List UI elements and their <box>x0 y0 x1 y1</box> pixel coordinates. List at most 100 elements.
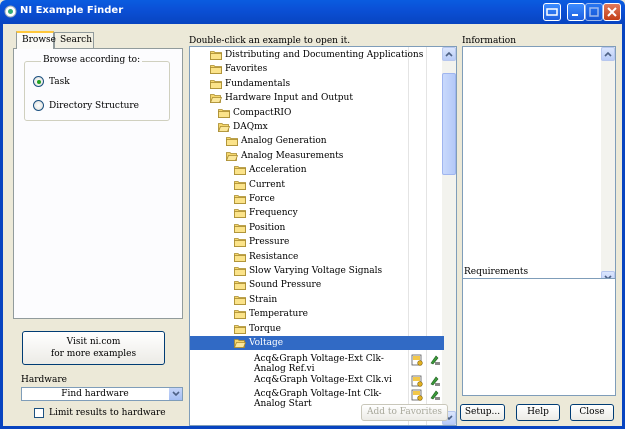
scroll-up-icon[interactable] <box>442 47 456 61</box>
tree-item-label: Voltage <box>249 338 284 348</box>
maximize-icon[interactable] <box>585 3 603 21</box>
tab-browse[interactable]: Browse <box>16 31 56 49</box>
radio-label: Directory Structure <box>49 100 140 111</box>
tab-search[interactable]: Search <box>54 32 94 49</box>
tree-item-label: Force <box>249 194 275 204</box>
tree-heading: Double-click an example to open it. <box>189 36 351 46</box>
tree-item-label: Analog Generation <box>241 136 327 147</box>
tree-item-label: Slow Varying Voltage Signals <box>249 266 383 276</box>
tree-item-label: Resistance <box>249 251 299 262</box>
tree-item[interactable]: Pressure <box>190 235 444 249</box>
tree-item[interactable]: Analog Measurements <box>190 149 444 163</box>
tree-item[interactable]: Slow Varying Voltage Signals <box>190 264 444 278</box>
requirements-heading: Requirements <box>464 267 529 277</box>
browse-group: Browse according to: Task Directory Stru… <box>24 55 170 121</box>
tree-item-label: Sound Pressure <box>249 280 322 291</box>
information-box <box>462 46 616 286</box>
app-icon <box>4 5 17 18</box>
tree-item-label: Favorites <box>225 64 268 75</box>
example-vi-label: Acq&Graph Voltage-Ext Clk-Analog Ref.vi <box>254 354 384 374</box>
tree-item-label: Temperature <box>249 309 308 320</box>
example-vi-item[interactable]: Acq&Graph Voltage-Ext Clk-Analog Ref.vi <box>190 353 444 374</box>
folder-icon <box>234 165 246 176</box>
tree-item[interactable]: Strain <box>190 293 444 307</box>
tree-item[interactable]: Temperature <box>190 307 444 321</box>
chevron-down-icon[interactable] <box>168 388 182 400</box>
hardware-select[interactable]: Find hardware <box>21 387 183 401</box>
requirements-box <box>462 278 616 396</box>
tree-item[interactable]: Torque <box>190 322 444 336</box>
tree-item[interactable]: Sound Pressure <box>190 278 444 292</box>
daqmx-hardware-icon <box>429 375 441 387</box>
minimize-icon[interactable] <box>567 3 585 21</box>
folder-open-icon <box>233 338 247 348</box>
example-vi-label: Acq&Graph Voltage-Ext Clk.vi <box>254 375 392 385</box>
folder-icon <box>234 237 246 248</box>
tree-item[interactable]: Favorites <box>190 62 444 76</box>
tree-item[interactable]: Distributing and Documenting Application… <box>190 48 444 62</box>
window-body: Browse Search Browse according to: Task … <box>0 24 625 429</box>
folder-icon <box>234 280 246 291</box>
tree-item[interactable]: Acceleration <box>190 163 444 177</box>
checkbox[interactable] <box>34 408 44 418</box>
help-button[interactable]: Help <box>516 404 560 421</box>
radio-button[interactable] <box>33 76 44 87</box>
tree-item-label: Acceleration <box>249 165 307 176</box>
tree-item[interactable]: Voltage <box>190 336 444 351</box>
folder-icon <box>234 295 246 305</box>
scroll-up-icon[interactable] <box>601 47 615 61</box>
tree-item-label: Position <box>249 222 286 233</box>
limit-label: Limit results to hardware <box>49 408 166 418</box>
radio-directory-structure[interactable]: Directory Structure <box>33 100 139 111</box>
radio-task[interactable]: Task <box>33 76 70 87</box>
folder-open-icon <box>225 151 239 161</box>
information-heading: Information <box>462 36 517 46</box>
tree-item[interactable]: Analog Generation <box>190 134 444 148</box>
restore-icon[interactable] <box>543 3 561 21</box>
setup-button[interactable]: Setup... <box>460 404 505 421</box>
window-title: NI Example Finder <box>20 5 124 16</box>
tree-item[interactable]: Current <box>190 178 444 192</box>
folder-icon <box>210 64 222 75</box>
folder-open-icon <box>209 93 223 104</box>
tree-item[interactable]: Resistance <box>190 250 444 264</box>
tree-item-label: Fundamentals <box>225 78 291 89</box>
tree-item-label: Torque <box>249 323 281 334</box>
vi-file-icon <box>411 389 423 401</box>
folder-icon <box>234 309 246 320</box>
folder-icon <box>226 136 238 147</box>
daqmx-hardware-icon <box>429 389 441 401</box>
tree-item[interactable]: Fundamentals <box>190 77 444 91</box>
browse-group-label: Browse according to: <box>41 55 143 65</box>
visit-ni-button[interactable]: Visit ni.com for more examples <box>22 331 165 365</box>
tree-item[interactable]: Frequency <box>190 206 444 220</box>
tree-item[interactable]: Hardware Input and Output <box>190 91 444 105</box>
limit-hardware-checkbox[interactable]: Limit results to hardware <box>34 408 166 418</box>
scroll-thumb[interactable] <box>442 73 456 175</box>
vi-file-icon <box>411 354 423 366</box>
browse-panel: Browse according to: Task Directory Stru… <box>13 48 183 319</box>
tree-item[interactable]: Force <box>190 192 444 206</box>
add-to-favorites-button[interactable]: Add to Favorites <box>361 404 448 421</box>
tree-item[interactable]: Position <box>190 221 444 235</box>
tree-item-label: DAQmx <box>233 122 268 132</box>
info-scrollbar[interactable] <box>601 47 615 285</box>
folder-icon <box>234 266 246 276</box>
tree-scrollbar[interactable] <box>442 47 456 425</box>
folder-icon <box>234 324 246 334</box>
radio-label: Task <box>49 76 70 87</box>
radio-button[interactable] <box>33 100 44 111</box>
daqmx-hardware-icon <box>429 354 441 366</box>
visit-line-1: Visit ni.com <box>66 337 121 347</box>
close-button[interactable]: Close <box>570 404 614 421</box>
tree-item[interactable]: CompactRIO <box>190 106 444 120</box>
example-tree[interactable]: Distributing and Documenting Application… <box>189 46 457 426</box>
tree-item-label: Analog Measurements <box>241 150 344 161</box>
folder-icon <box>234 223 246 233</box>
folder-icon <box>234 252 246 262</box>
close-icon[interactable] <box>603 3 621 21</box>
tree-item[interactable]: DAQmx <box>190 120 444 134</box>
folder-icon <box>234 208 246 219</box>
tree-item-label: Current <box>249 179 286 190</box>
folder-icon <box>210 50 222 60</box>
